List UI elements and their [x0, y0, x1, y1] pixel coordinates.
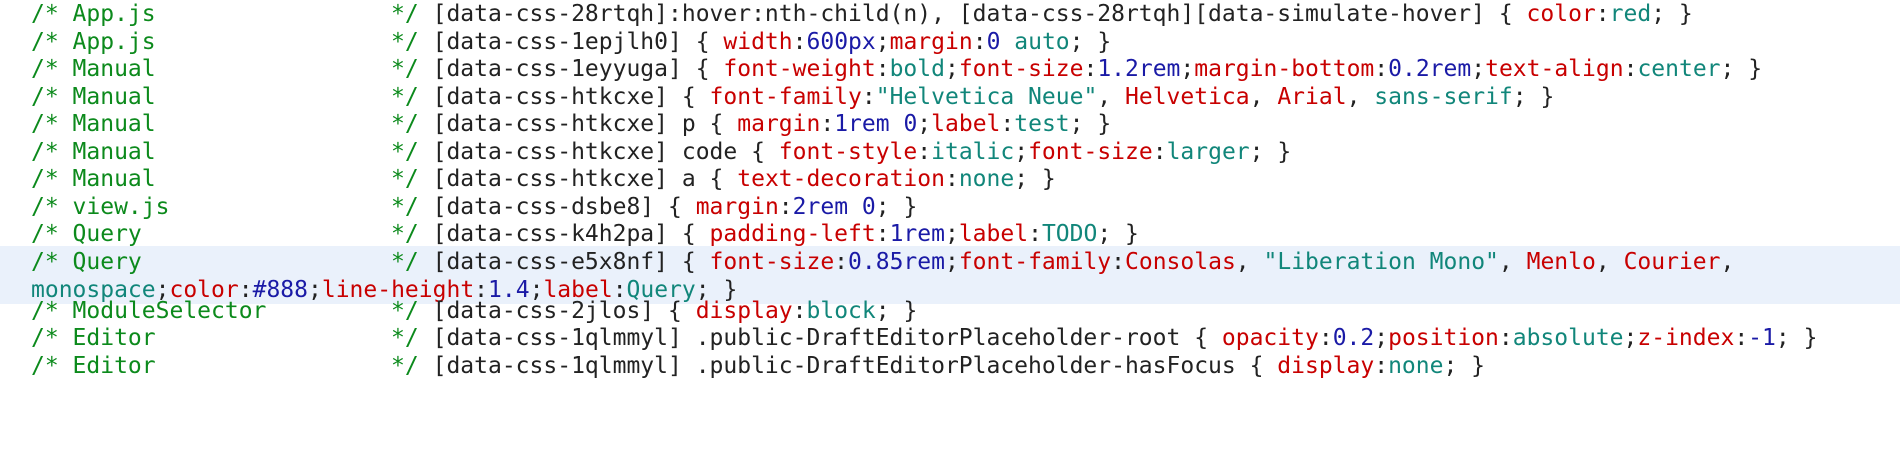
css-value: none [958, 166, 1015, 192]
css-value-part: auto [1000, 29, 1070, 55]
css-selector: [data-css-1qlmmyl] .public-DraftEditorPl… [432, 325, 1181, 351]
css-selector: [data-css-e5x8nf] [432, 249, 668, 275]
source-comment: /* Query */ [31, 221, 419, 247]
css-property: label [958, 221, 1029, 247]
css-property: display [1277, 353, 1375, 379]
css-rules-listing: /* App.js */ [data-css-28rtqh]:hover:nth… [0, 0, 1900, 462]
css-property: font-size [1028, 139, 1153, 165]
css-selector: [data-css-htkcxe] a [432, 166, 696, 192]
css-value-part: 1rem [834, 111, 890, 137]
css-value: larger [1166, 139, 1250, 165]
css-value-part: 2rem [792, 194, 849, 220]
css-value-part: "Liberation Mono" [1263, 249, 1499, 275]
source-comment: /* Manual */ [31, 56, 419, 82]
css-property: font-size [709, 249, 835, 275]
css-selector: [data-css-htkcxe] code [432, 139, 738, 165]
css-value-part: , [1498, 249, 1527, 275]
css-selector: [data-css-28rtqh]:hover:nth-child(n), [d… [432, 1, 1485, 27]
source-comment: /* Manual */ [31, 111, 419, 137]
css-value-part: Courier [1623, 249, 1721, 275]
css-value: 600px [806, 29, 876, 55]
css-property: font-family [709, 84, 862, 110]
css-value: 1rem [889, 221, 945, 247]
css-value: absolute [1512, 325, 1624, 351]
css-rule-row[interactable]: /* Editor */ [data-css-1qlmmyl] .public-… [0, 350, 1900, 383]
css-selector: [data-css-1eyyuga] [432, 56, 682, 82]
css-value: block [806, 298, 876, 324]
css-value: bold [889, 56, 945, 82]
css-property: text-decoration [737, 166, 945, 192]
css-value: 1.2rem [1097, 56, 1181, 82]
css-property: width [723, 29, 793, 55]
css-value: TODO [1041, 221, 1098, 247]
css-value-part: "Helvetica Neue" [875, 84, 1098, 110]
css-value: 0.2 [1332, 325, 1375, 351]
css-value-part: Helvetica [1125, 84, 1250, 110]
css-value-part: , [1249, 84, 1278, 110]
css-value: 0.85rem [848, 249, 945, 275]
css-selector: [data-css-2jlos] [432, 298, 655, 324]
css-selector: [data-css-htkcxe] p [432, 111, 696, 137]
css-property: color [1526, 1, 1596, 27]
css-property: label [931, 111, 1001, 137]
css-value: none [1388, 353, 1444, 379]
css-property: position [1388, 325, 1499, 351]
source-comment: /* view.js */ [31, 194, 419, 220]
source-comment: /* Editor */ [31, 325, 419, 351]
css-value-part: Arial [1277, 84, 1347, 110]
source-comment: /* App.js */ [31, 29, 419, 55]
css-property: opacity [1221, 325, 1319, 351]
css-property: padding-left [709, 221, 876, 247]
css-property: z-index [1637, 325, 1735, 351]
css-property: font-family [958, 249, 1112, 275]
css-property: margin [695, 194, 779, 220]
css-value-part: 0 [848, 194, 876, 220]
css-property: margin [889, 29, 973, 55]
css-selector: [data-css-htkcxe] [432, 84, 668, 110]
css-value-part: , [1346, 84, 1375, 110]
css-value: italic [931, 139, 1015, 165]
css-property: margin-bottom [1194, 56, 1375, 82]
css-value-part: Menlo [1526, 249, 1596, 275]
css-property: margin [737, 111, 821, 137]
source-comment: /* Manual */ [31, 84, 419, 110]
css-property: font-size [958, 56, 1084, 82]
source-comment: /* Editor */ [31, 353, 419, 379]
source-comment: /* Query */ [31, 249, 419, 275]
css-value-part: sans-serif [1374, 84, 1513, 110]
source-comment: /* App.js */ [31, 1, 419, 27]
css-property: display [695, 298, 793, 324]
css-value: 0.2rem [1388, 56, 1472, 82]
css-value-part: 0 [986, 29, 1001, 55]
source-comment: /* ModuleSelector */ [31, 298, 419, 324]
css-value-part: 0 [889, 111, 918, 137]
css-value-part: , [1595, 249, 1624, 275]
source-comment: /* Manual */ [31, 166, 419, 192]
css-value: red [1609, 1, 1652, 27]
css-selector: [data-css-1qlmmyl] .public-DraftEditorPl… [432, 353, 1236, 379]
css-value: test [1014, 111, 1070, 137]
css-property: text-align [1485, 56, 1624, 82]
css-value-part: , [1720, 249, 1735, 275]
source-comment: /* Manual */ [31, 139, 419, 165]
css-selector: [data-css-k4h2pa] [432, 221, 668, 247]
css-value-part: , [1235, 249, 1264, 275]
css-value-part: , [1097, 84, 1125, 110]
css-selector: [data-css-1epjlh0] [432, 29, 682, 55]
css-value: -1 [1748, 325, 1776, 351]
css-value: center [1637, 56, 1721, 82]
rule-line: /* Editor */ [data-css-1qlmmyl] .public-… [31, 353, 1486, 379]
css-property: font-style [778, 139, 918, 165]
css-value-part: Consolas [1125, 249, 1236, 275]
css-selector: [data-css-dsbe8] [432, 194, 655, 220]
css-property: font-weight [723, 56, 876, 82]
